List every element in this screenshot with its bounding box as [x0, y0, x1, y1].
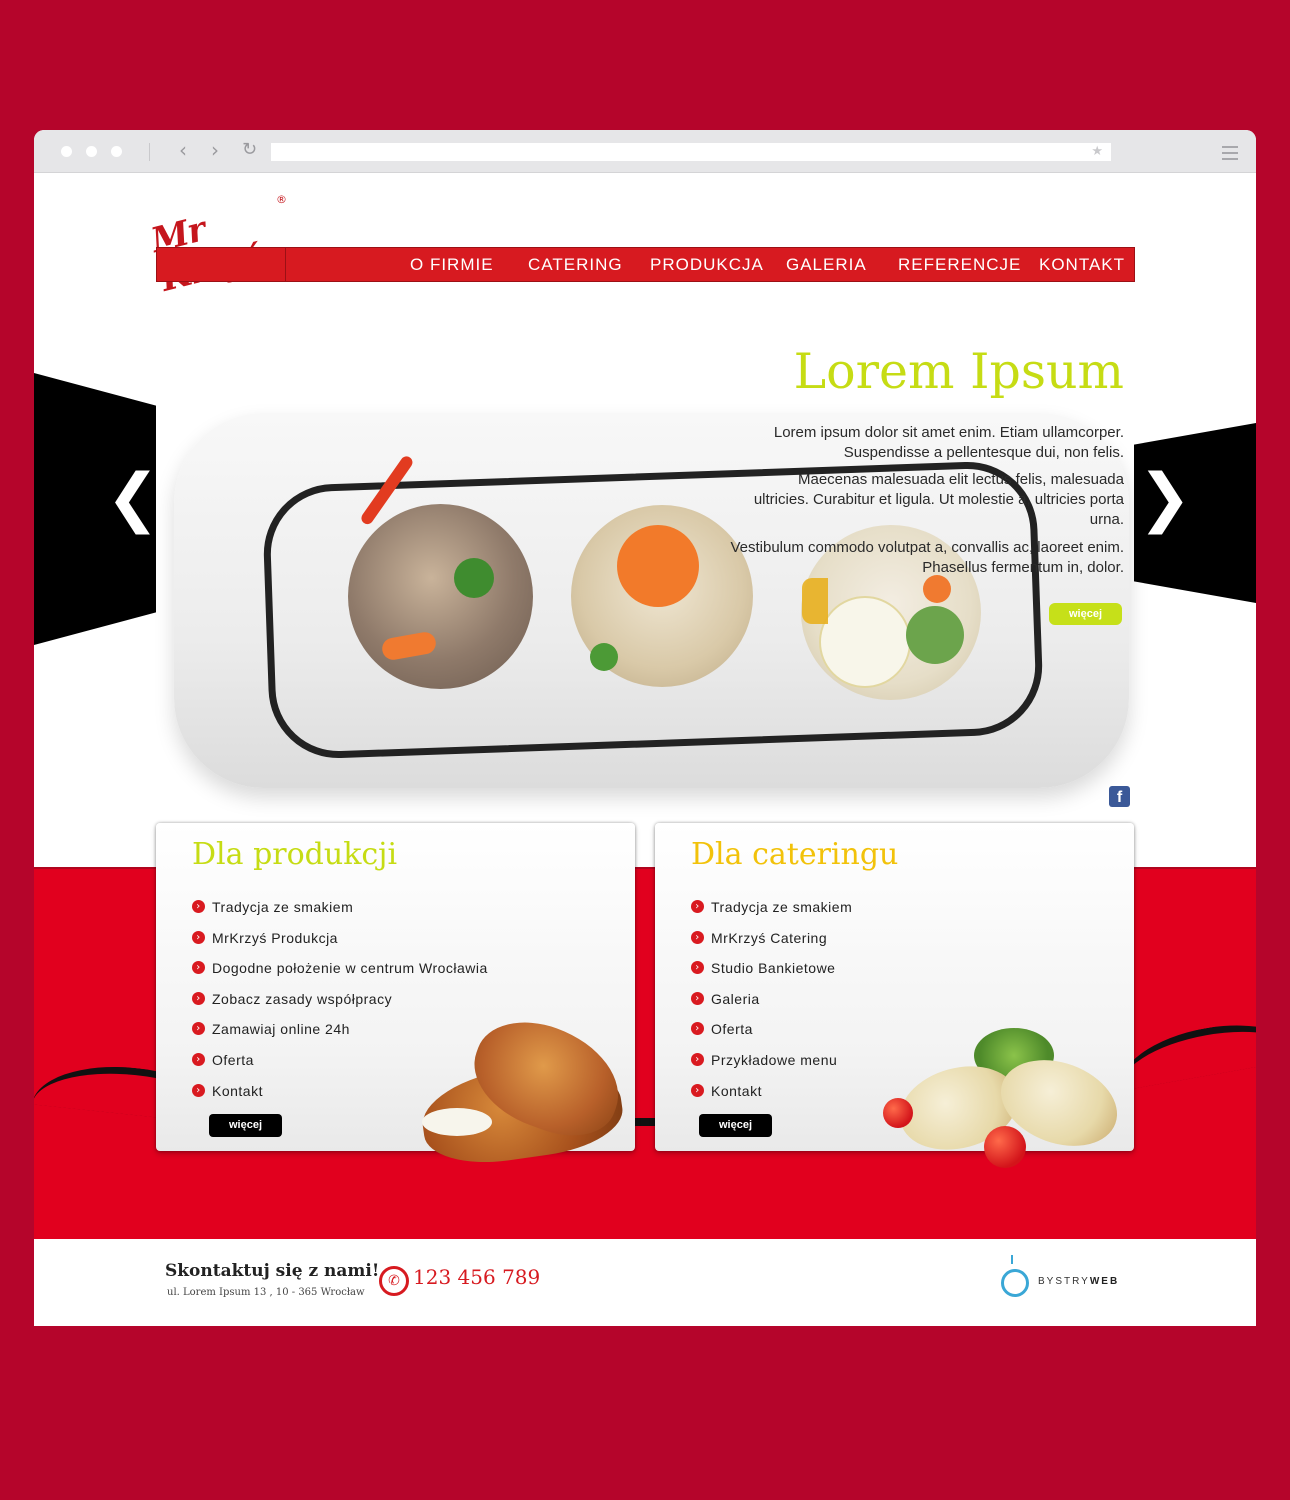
catering-more-button[interactable]: więcej — [699, 1114, 772, 1137]
parsley-garnish — [454, 558, 494, 598]
list-item-label: Oferta — [711, 1021, 753, 1038]
bullet-chevron-icon: › — [192, 991, 205, 1005]
list-item[interactable]: › Zobacz zasady współpracy — [192, 990, 488, 1021]
credit-part: BYSTRY — [1038, 1276, 1090, 1287]
window-dot[interactable] — [111, 146, 122, 157]
bullet-chevron-icon: › — [192, 930, 205, 944]
bullet-chevron-icon: › — [691, 1083, 704, 1097]
hero-more-button[interactable]: więcej — [1049, 603, 1122, 625]
bystry-web-logo-icon — [1011, 1255, 1013, 1264]
list-item-label: MrKrzyś Catering — [711, 929, 828, 946]
browser-toolbar: ‹ › ↻ ★ — [34, 130, 1256, 173]
list-item-label: Dogodne położenie w centrum Wrocławia — [212, 960, 488, 977]
list-item[interactable]: › Studio Bankietowe — [691, 959, 852, 990]
chevron-right-icon[interactable]: ❯ — [1138, 466, 1192, 530]
logo-wordmark: Mr Krzyś — [147, 209, 264, 300]
bystry-web-logo-icon[interactable] — [1001, 1269, 1029, 1297]
bullet-chevron-icon: › — [192, 1083, 205, 1097]
parsley-garnish — [906, 606, 964, 664]
bookmark-star-icon[interactable]: ★ — [1091, 143, 1103, 161]
aspic-dish-1 — [348, 504, 533, 689]
nav-produkcja[interactable]: PRODUKCJA — [650, 255, 764, 275]
bullet-chevron-icon: › — [192, 961, 205, 975]
main-navigation: O FIRMIE CATERING PRODUKCJA GALERIA REFE… — [156, 247, 1135, 282]
bullet-chevron-icon: › — [192, 900, 205, 913]
list-item-label: Zobacz zasady współpracy — [212, 990, 393, 1007]
bullet-chevron-icon: › — [192, 1022, 205, 1036]
window-dot[interactable] — [61, 146, 72, 157]
hero-paragraph-2: Maecenas malesuada elit lectus felis, ma… — [753, 471, 1124, 528]
contact-address: ul. Lorem Ipsum 13 , 10 - 365 Wrocław — [167, 1287, 365, 1298]
back-icon[interactable]: ‹ — [179, 140, 187, 160]
list-item[interactable]: › Przykładowe menu — [691, 1051, 852, 1082]
list-item[interactable]: › Dogodne położenie w centrum Wrocławia — [192, 959, 488, 990]
forward-icon[interactable]: › — [211, 140, 219, 160]
egg-slice — [819, 596, 911, 688]
contact-heading: Skontaktuj się z nami! — [165, 1261, 380, 1281]
window-dot[interactable] — [86, 146, 97, 157]
list-item-label: Kontakt — [711, 1082, 762, 1099]
list-item-label: Studio Bankietowe — [711, 960, 836, 977]
potato-pancakes-image — [402, 1005, 635, 1173]
card-link-list: › Tradycja ze smakiem › MrKrzyś Catering ›… — [691, 898, 852, 1112]
bystry-web-credit[interactable]: BYSTRYWEB — [1038, 1276, 1119, 1287]
nav-divider — [285, 248, 286, 281]
nav-galeria[interactable]: GALERIA — [786, 255, 867, 275]
bullet-chevron-icon: › — [691, 991, 704, 1005]
list-item-label: Tradycja ze smakiem — [711, 899, 853, 915]
nav-o-firmie[interactable]: O FIRMIE — [410, 255, 494, 275]
card-title: Dla cateringu — [691, 837, 899, 872]
bullet-chevron-icon: › — [691, 1022, 704, 1036]
browser-window: ‹ › ↻ ★ Mr Krzyś ® O FIRMIE CATERING PRO… — [34, 130, 1256, 1326]
list-item-label: Zamawiaj online 24h — [212, 1021, 350, 1038]
card-title: Dla produkcji — [192, 837, 398, 872]
bullet-chevron-icon: › — [691, 930, 704, 944]
list-item[interactable]: › MrKrzyś Catering — [691, 929, 852, 960]
list-item[interactable]: › MrKrzyś Produkcja — [192, 929, 488, 960]
sour-cream — [422, 1108, 492, 1136]
list-item[interactable]: › Kontakt — [691, 1082, 852, 1113]
chevron-left-icon[interactable]: ❮ — [106, 466, 160, 530]
bullet-chevron-icon: › — [691, 961, 704, 975]
list-item-label: Przykładowe menu — [711, 1051, 838, 1068]
web-page: Mr Krzyś ® O FIRMIE CATERING PRODUKCJA G… — [34, 173, 1256, 1326]
grilled-cheese-image — [879, 1028, 1139, 1178]
list-item-label: Oferta — [212, 1051, 254, 1068]
list-item[interactable]: › Tradycja ze smakiem — [192, 898, 488, 929]
nav-kontakt[interactable]: KONTAKT — [1039, 255, 1125, 275]
carrot-slice — [617, 525, 699, 607]
bullet-chevron-icon: › — [691, 1052, 704, 1066]
phone-number[interactable]: 123 456 789 — [413, 1265, 540, 1289]
bullet-chevron-icon: › — [691, 900, 704, 913]
carrot-garnish — [923, 575, 951, 603]
tomato — [984, 1126, 1026, 1168]
nav-referencje[interactable]: REFERENCJE — [898, 255, 1021, 275]
list-item[interactable]: › Tradycja ze smakiem — [691, 898, 852, 929]
browser-menu-icon[interactable] — [1222, 146, 1238, 164]
parsley-garnish — [590, 643, 618, 671]
hero-paragraph-3: Vestibulum commodo volutpat a, convallis… — [730, 539, 1124, 576]
registered-mark: ® — [276, 193, 287, 206]
list-item-label: Galeria — [711, 990, 760, 1007]
facebook-icon[interactable]: f — [1109, 786, 1130, 807]
list-item-label: MrKrzyś Produkcja — [212, 929, 338, 946]
address-bar[interactable]: ★ — [271, 143, 1111, 161]
credit-part: WEB — [1089, 1276, 1120, 1287]
tomato — [883, 1098, 913, 1128]
list-item-label: Kontakt — [212, 1082, 263, 1099]
phone-icon: ✆ — [379, 1266, 409, 1296]
list-item-label: Tradycja ze smakiem — [212, 899, 354, 915]
bullet-chevron-icon: › — [192, 1052, 205, 1066]
toolbar-divider — [149, 143, 150, 161]
hero-paragraph-1: Lorem ipsum dolor sit amet enim. Etiam u… — [773, 424, 1124, 461]
list-item[interactable]: › Galeria — [691, 990, 852, 1021]
reload-icon[interactable]: ↻ — [242, 140, 257, 160]
production-more-button[interactable]: więcej — [209, 1114, 282, 1137]
hero-title: Lorem Ipsum — [793, 343, 1124, 400]
site-footer: Skontaktuj się z nami! ul. Lorem Ipsum 1… — [34, 1239, 1256, 1326]
nav-catering[interactable]: CATERING — [528, 255, 623, 275]
list-item[interactable]: › Oferta — [691, 1020, 852, 1051]
pepper-garnish — [802, 578, 828, 624]
